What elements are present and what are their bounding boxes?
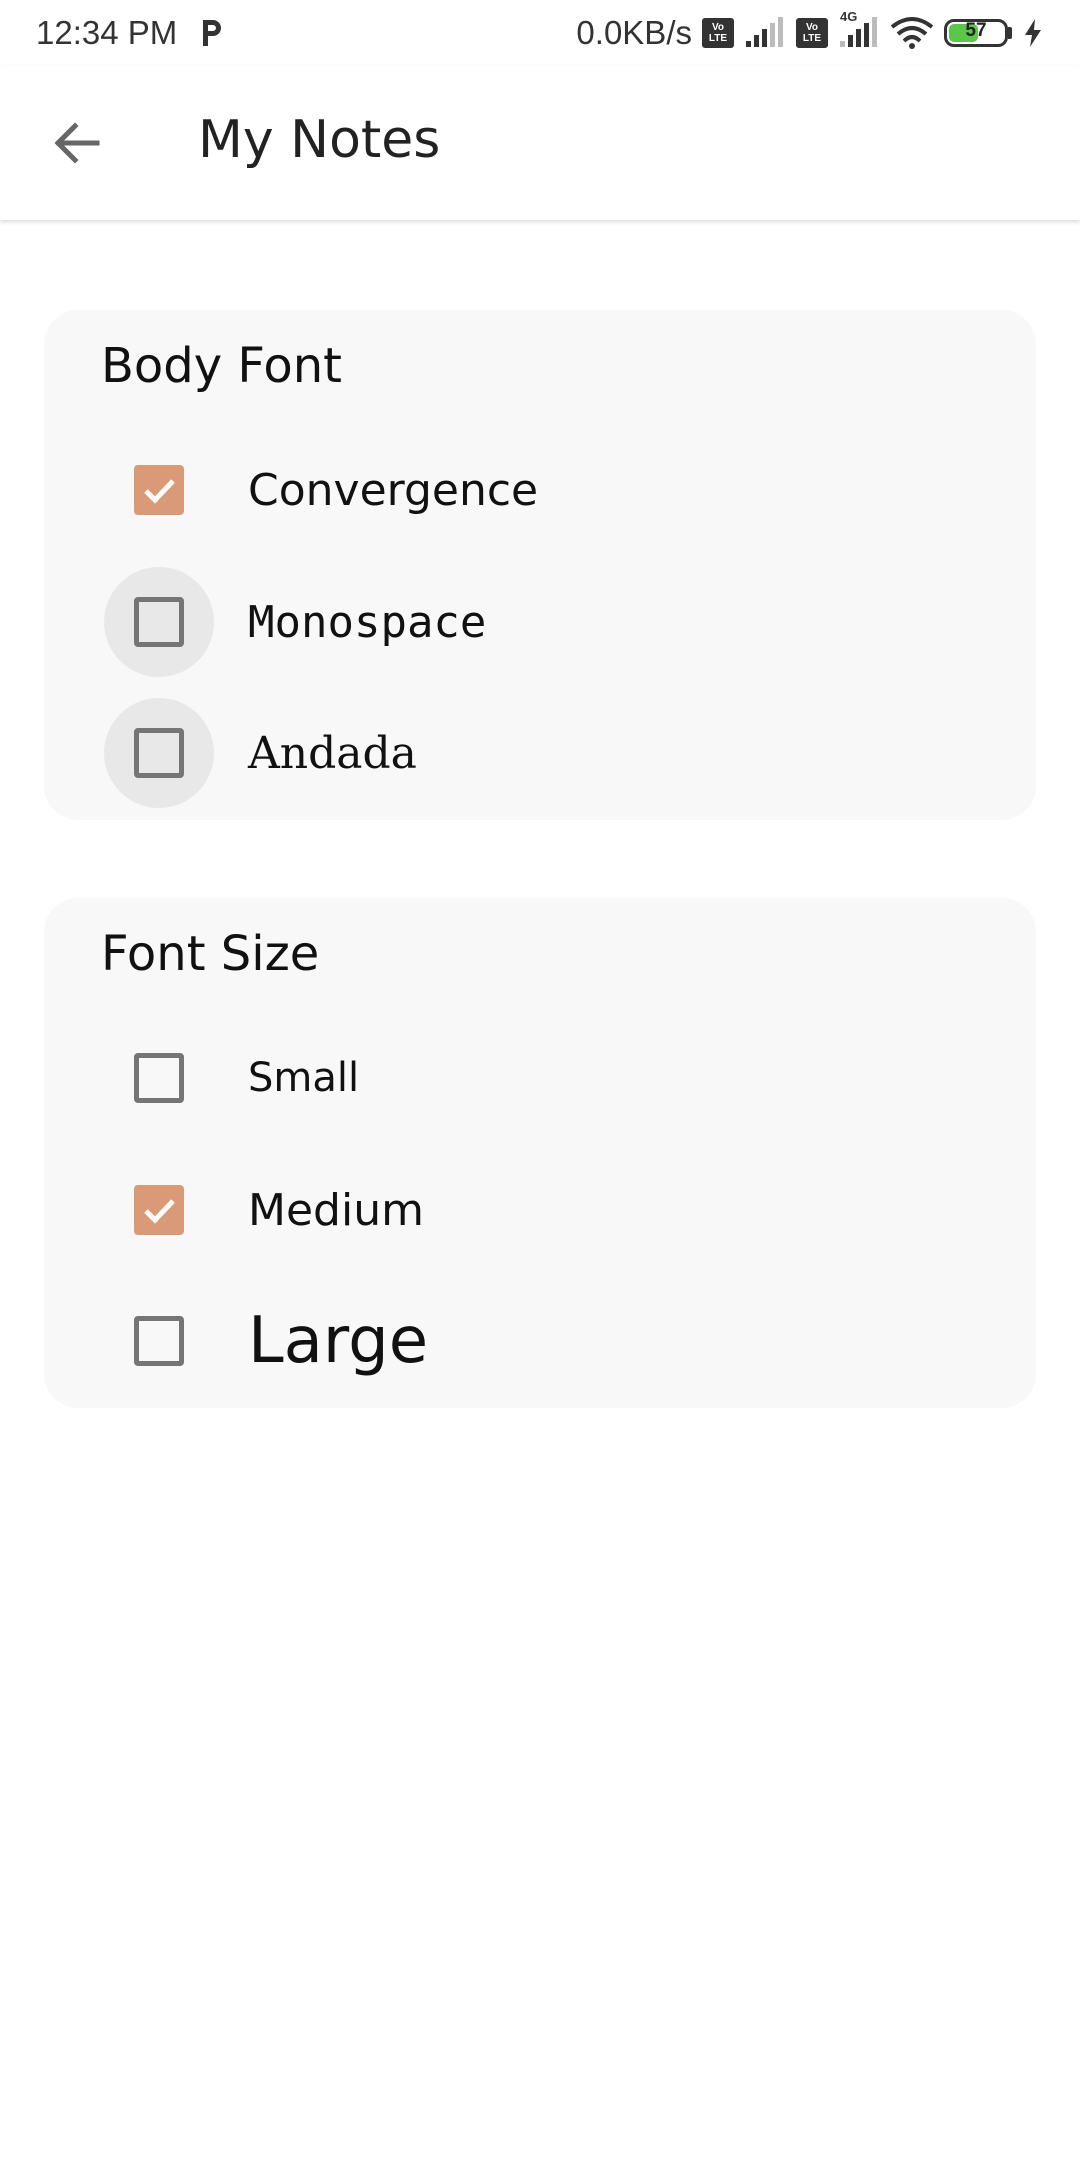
font-size-option-large[interactable]: Large <box>104 1286 984 1396</box>
option-label: Small <box>248 1055 360 1101</box>
volte-icon: Vo LTE <box>702 18 734 48</box>
battery-level: 57 <box>965 20 987 41</box>
checkbox-unchecked[interactable] <box>134 597 184 647</box>
font-size-option-medium[interactable]: Medium <box>104 1155 984 1265</box>
status-right: 0.0KB/s Vo LTE Vo LTE 4G 57 <box>576 9 1044 52</box>
option-label: Medium <box>248 1184 424 1236</box>
checkbox-wrap[interactable] <box>104 435 214 545</box>
status-left: 12:34 PM <box>36 14 225 52</box>
volte-icon: Vo LTE <box>796 18 828 48</box>
option-label: Monospace <box>248 596 487 648</box>
checkbox-unchecked[interactable] <box>134 1053 184 1103</box>
checkbox-unchecked[interactable] <box>134 728 184 778</box>
check-icon <box>144 479 175 504</box>
body-font-title: Body Font <box>101 338 342 394</box>
checkbox-unchecked[interactable] <box>134 1316 184 1366</box>
body-font-card: Body Font Convergence Monospace Andada <box>44 310 1036 820</box>
back-button[interactable] <box>40 106 114 180</box>
battery-icon: 57 <box>944 19 1012 47</box>
status-bar: 12:34 PM 0.0KB/s Vo LTE Vo LTE 4G 57 <box>0 0 1080 66</box>
checkbox-checked[interactable] <box>134 465 184 515</box>
charging-icon <box>1025 19 1041 47</box>
wifi-icon <box>890 17 934 49</box>
checkbox-wrap[interactable] <box>104 1023 214 1133</box>
option-label: Large <box>248 1304 429 1378</box>
body-font-option-convergence[interactable]: Convergence <box>104 435 984 545</box>
font-size-title: Font Size <box>101 926 320 982</box>
option-label: Convergence <box>248 464 539 516</box>
font-size-card: Font Size Small Medium Large <box>44 898 1036 1408</box>
network-type: 4G <box>840 9 858 24</box>
app-bar: My Notes <box>0 66 1080 220</box>
body-font-option-andada[interactable]: Andada <box>104 698 984 808</box>
page-title: My Notes <box>198 110 441 170</box>
checkbox-wrap[interactable] <box>104 1155 214 1265</box>
p-app-icon <box>203 20 222 46</box>
arrow-left-icon <box>54 122 100 164</box>
network-type-group: 4G <box>838 9 880 49</box>
font-size-option-small[interactable]: Small <box>104 1023 984 1133</box>
status-time: 12:34 PM <box>36 14 178 51</box>
option-label: Andada <box>248 727 417 779</box>
signal-icon <box>746 17 783 47</box>
checkbox-wrap[interactable] <box>104 698 214 808</box>
checkbox-wrap[interactable] <box>104 1286 214 1396</box>
checkbox-checked[interactable] <box>134 1185 184 1235</box>
network-speed: 0.0KB/s <box>576 14 692 51</box>
body-font-option-monospace[interactable]: Monospace <box>104 567 984 677</box>
check-icon <box>144 1199 175 1224</box>
checkbox-wrap[interactable] <box>104 567 214 677</box>
